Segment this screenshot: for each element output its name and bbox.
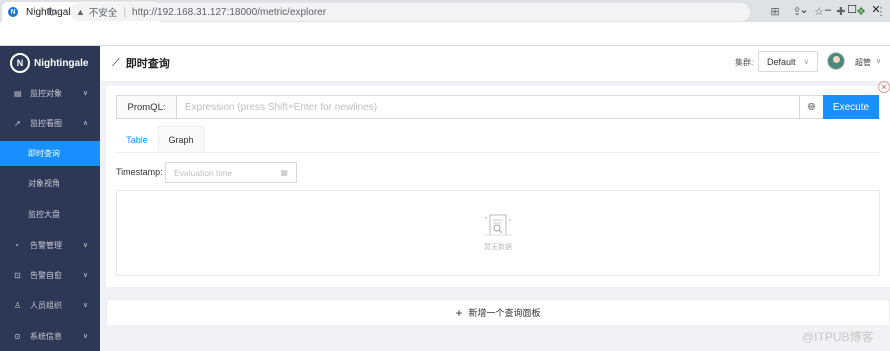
sidebar-item-monitor-charts[interactable]: ↗ 监控看图 ∧ — [0, 108, 100, 138]
result-tabs — [116, 126, 880, 153]
back-icon[interactable]: ← — [4, 4, 20, 20]
sidebar-item-people[interactable]: ♙ 人员组织 ∨ — [0, 290, 100, 320]
address-bar — [0, 22, 890, 46]
url-separator: | — [123, 6, 127, 18]
timestamp-input[interactable]: Evaluation time ▦ — [165, 162, 297, 183]
sidebar-item-system-info[interactable]: ⊙ 系统信息 ∨ — [0, 321, 100, 351]
chevron-down-icon: ∨ — [82, 333, 88, 340]
logo: N Nightingale — [10, 53, 96, 73]
promql-label: PromQL: — [116, 95, 177, 119]
username[interactable]: 超管 — [855, 57, 871, 68]
logo-text: Nightingale — [34, 57, 89, 69]
sidebar-item-label: 监控对象 — [30, 88, 62, 98]
watermark: @ITPUB博客 — [802, 330, 874, 344]
empty-text: 暂无数据 — [484, 244, 512, 251]
add-query-panel-button[interactable]: + 新增一个查询面板 — [106, 299, 890, 326]
extensions-icon[interactable]: ✚ — [834, 5, 848, 19]
chart-icon: ↗ — [14, 118, 21, 128]
logo-icon: N — [10, 53, 30, 73]
forward-icon[interactable]: → — [24, 4, 40, 20]
avatar[interactable] — [827, 52, 845, 70]
security-label: 不安全 — [88, 8, 118, 19]
calendar-icon: ▦ — [280, 168, 288, 177]
url-text[interactable]: http://192.168.31.127:18000/metric/explo… — [132, 7, 326, 18]
close-panel-icon[interactable]: × — [878, 81, 890, 93]
empty-data-icon — [484, 214, 512, 236]
sidebar-subitem-object-view[interactable]: 对象视角 — [0, 171, 100, 196]
sidebar-item-label: 告警管理 — [30, 240, 62, 250]
chevron-down-icon: ∨ — [82, 302, 88, 309]
share-icon[interactable]: ⇪ — [790, 5, 804, 19]
sidebar-subitem-dashboard[interactable]: 监控大盘 — [0, 202, 100, 227]
star-icon[interactable]: ☆ — [812, 5, 826, 19]
alarm-icon: ◔ — [14, 240, 19, 250]
tab-graph[interactable]: Graph — [158, 126, 204, 153]
timestamp-label: Timestamp: — [116, 167, 163, 177]
extension-app-icon[interactable]: ❖ — [854, 5, 868, 19]
cluster-label: 集群: — [735, 58, 754, 67]
warning-icon: ▲ — [76, 7, 85, 17]
promql-input[interactable]: Expression (press Shift+Enter for newlin… — [176, 95, 800, 119]
sidebar-item-label: 告警自愈 — [30, 270, 62, 280]
sidebar-item-label: 人员组织 — [30, 300, 62, 310]
tab-table[interactable]: Table — [116, 126, 158, 153]
chevron-down-icon: ∨ — [803, 58, 809, 66]
cluster-select[interactable]: Default ∨ — [758, 51, 818, 72]
line-chart-icon: ⟋ — [112, 56, 120, 69]
server-icon: ▤ — [14, 88, 22, 98]
plus-icon: + — [455, 305, 463, 320]
reload-icon[interactable]: ↻ — [44, 4, 60, 20]
cluster-value: Default — [767, 56, 796, 67]
sidebar-item-monitor-objects[interactable]: ▤ 监控对象 ∨ — [0, 78, 100, 108]
menu-icon[interactable]: ⋮ — [874, 5, 888, 19]
chevron-down-icon[interactable]: ∨ — [876, 57, 881, 65]
user-icon: ♙ — [14, 300, 22, 310]
url-box[interactable]: ▲ 不安全 | http://192.168.31.127:18000/metr… — [70, 3, 750, 21]
chevron-down-icon: ∨ — [82, 242, 88, 249]
sidebar-item-label: 监控看图 — [30, 118, 62, 128]
sidebar-item-label: 系统信息 — [30, 331, 62, 341]
page-title: ⟋ 即时查询 — [112, 55, 170, 71]
translate-icon[interactable]: ⊞ — [768, 5, 782, 19]
sidebar-item-alert-heal[interactable]: ⊡ 告警自愈 ∨ — [0, 260, 100, 290]
chevron-down-icon: ∨ — [82, 90, 88, 97]
add-query-panel-label: 新增一个查询面板 — [468, 308, 541, 318]
sidebar-item-alert-management[interactable]: ◔ 告警管理 ∨ — [0, 230, 100, 260]
chevron-up-icon: ∧ — [82, 120, 88, 127]
heal-icon: ⊡ — [14, 270, 21, 280]
sidebar-subitem-instant-query[interactable]: 即时查询 — [0, 141, 100, 166]
chevron-down-icon: ∨ — [82, 272, 88, 279]
globe-icon[interactable]: 🌐︎ — [799, 95, 824, 119]
execute-button[interactable]: Execute — [823, 95, 879, 119]
info-icon: ⊙ — [14, 331, 21, 341]
page-title-text: 即时查询 — [125, 58, 170, 70]
timestamp-placeholder: Evaluation time — [174, 167, 233, 178]
